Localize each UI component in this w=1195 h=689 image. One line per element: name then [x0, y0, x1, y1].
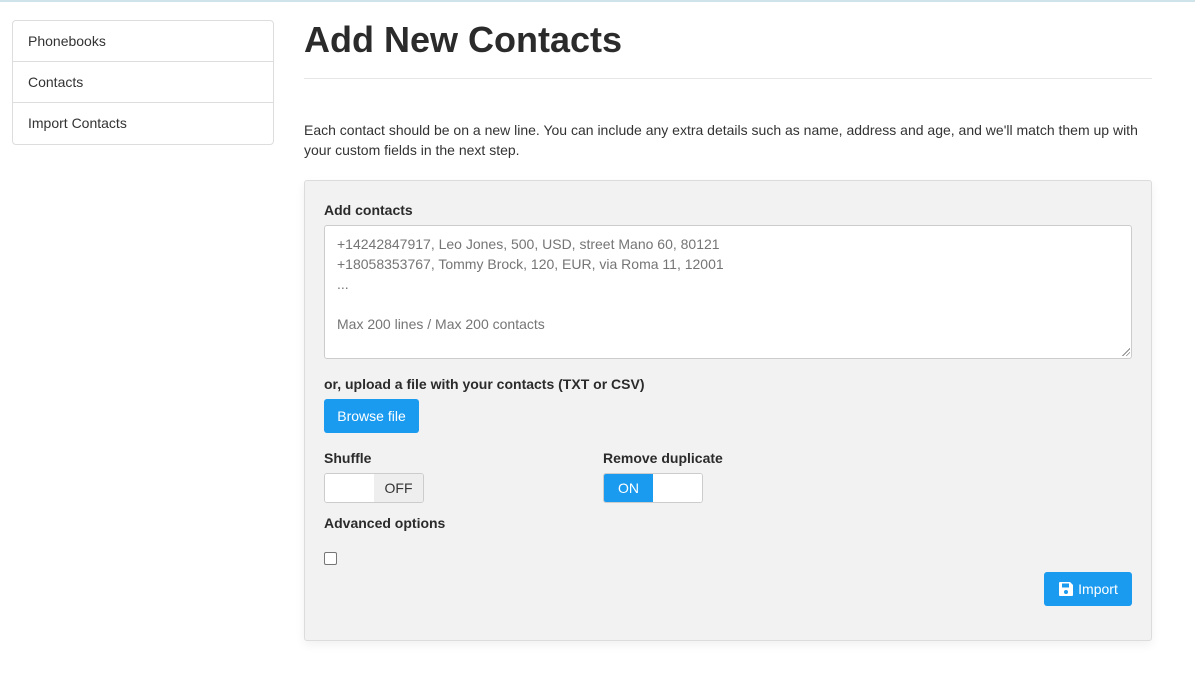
floppy-disk-icon	[1058, 581, 1074, 597]
import-button[interactable]: Import	[1044, 572, 1132, 606]
sidebar-item-contacts[interactable]: Contacts	[13, 62, 273, 103]
remove-duplicate-toggle[interactable]: ON	[603, 473, 703, 503]
shuffle-toggle[interactable]: OFF	[324, 473, 424, 503]
advanced-options-label: Advanced options	[324, 515, 446, 531]
add-contacts-label: Add contacts	[324, 202, 413, 218]
toggle-handle	[653, 474, 702, 502]
sidebar-item-phonebooks[interactable]: Phonebooks	[13, 21, 273, 62]
remove-duplicate-state: ON	[604, 474, 653, 502]
shuffle-state: OFF	[374, 474, 423, 502]
browse-file-button[interactable]: Browse file	[324, 399, 419, 433]
import-form-panel: Add contacts or, upload a file with your…	[304, 180, 1152, 641]
upload-file-label: or, upload a file with your contacts (TX…	[324, 376, 645, 392]
contacts-textarea[interactable]	[324, 225, 1132, 359]
textarea-resize-handle[interactable]	[1121, 347, 1130, 356]
sidebar: Phonebooks Contacts Import Contacts	[12, 20, 274, 145]
title-divider	[304, 78, 1152, 79]
page-title: Add New Contacts	[304, 19, 623, 60]
advanced-options-checkbox[interactable]	[324, 552, 337, 565]
sidebar-item-import-contacts[interactable]: Import Contacts	[13, 103, 273, 144]
shuffle-label: Shuffle	[324, 450, 372, 466]
toggle-handle	[325, 474, 374, 502]
remove-duplicate-label: Remove duplicate	[603, 450, 723, 466]
top-border	[0, 0, 1195, 2]
import-button-label: Import	[1078, 581, 1118, 597]
intro-text: Each contact should be on a new line. Yo…	[304, 122, 1138, 158]
